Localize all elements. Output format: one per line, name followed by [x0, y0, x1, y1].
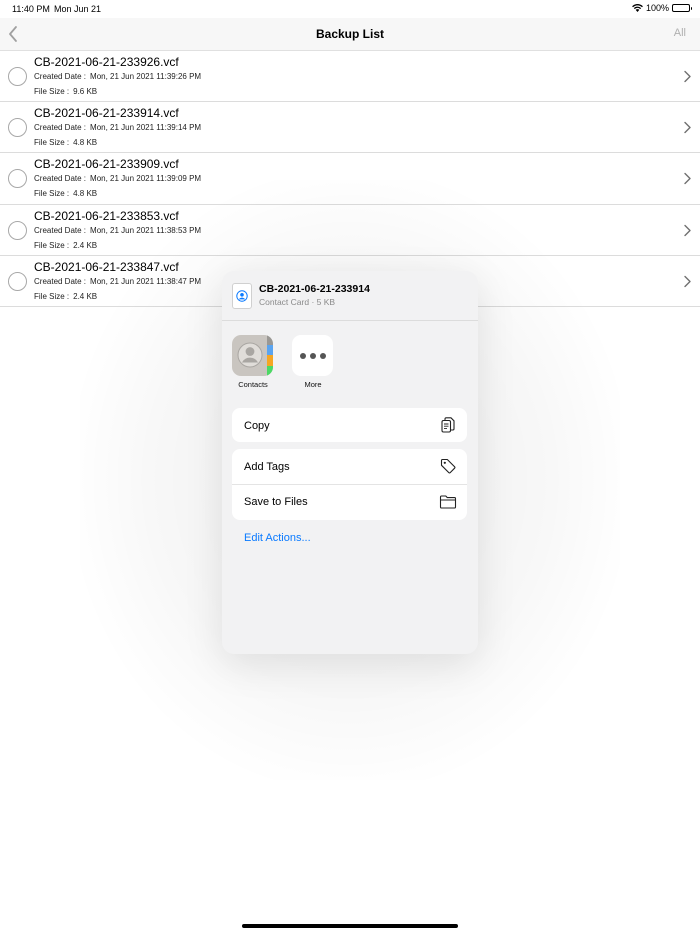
share-sheet-header: CB-2021-06-21-233914 Contact Card · 5 KB — [222, 271, 478, 321]
file-size: File Size :2.4 KB — [34, 292, 97, 301]
created-date: Created Date : Mon, 21 Jun 2021 11:38:47 … — [34, 277, 201, 286]
created-date: Created Date : Mon, 21 Jun 2021 11:39:09 … — [34, 174, 201, 183]
file-name: CB-2021-06-21-233909.vcf — [34, 157, 179, 172]
radio-button[interactable] — [8, 118, 27, 138]
created-date-label: Created Date : — [34, 276, 87, 286]
file-size-label: File Size : — [34, 291, 70, 301]
save-to-files-action[interactable]: Save to Files — [232, 484, 467, 519]
chevron-right-icon[interactable] — [682, 70, 692, 83]
chevron-right-icon[interactable] — [682, 172, 692, 185]
status-bar: 11:40 PM Mon Jun 21 100% — [0, 0, 700, 18]
contact-person-icon — [236, 290, 248, 302]
list-item[interactable]: CB-2021-06-21-233909.vcf Created Date :M… — [0, 153, 700, 205]
contact-card-file-icon — [232, 283, 252, 309]
chevron-right-icon[interactable] — [682, 121, 692, 134]
file-name: CB-2021-06-21-233853.vcf — [34, 208, 179, 223]
folder-icon — [439, 495, 457, 509]
share-actions-group-2: Add Tags Save to Files — [232, 449, 467, 520]
list-item[interactable]: CB-2021-06-21-233914.vcf Created Date :M… — [0, 102, 700, 154]
more-icon[interactable] — [292, 335, 333, 376]
radio-button[interactable] — [8, 271, 27, 291]
battery-icon — [672, 4, 692, 12]
add-tags-action[interactable]: Add Tags — [232, 449, 467, 484]
share-app-contacts[interactable]: Contacts — [232, 335, 274, 389]
file-size-label: File Size : — [34, 138, 70, 148]
copy-icon — [441, 417, 455, 433]
created-date: Created Date : Mon, 21 Jun 2021 11:39:14 … — [34, 123, 201, 132]
battery-percent: 100% — [645, 3, 669, 13]
ellipsis-icon — [299, 352, 326, 359]
created-date-value: Mon, 21 Jun 2021 11:38:53 PM — [90, 225, 202, 235]
share-sheet: CB-2021-06-21-233914 Contact Card · 5 KB… — [222, 271, 478, 654]
created-date-label: Created Date : — [34, 225, 87, 235]
file-size-label: File Size : — [34, 240, 70, 250]
radio-button[interactable] — [8, 220, 27, 240]
contacts-app-icon[interactable] — [232, 335, 273, 376]
status-time: 11:40 PM — [12, 4, 50, 14]
created-date: Created Date : Mon, 21 Jun 2021 11:38:53 … — [34, 226, 201, 235]
copy-action[interactable]: Copy — [232, 408, 467, 442]
list-item[interactable]: CB-2021-06-21-233853.vcf Created Date :M… — [0, 204, 700, 256]
file-size-value: 4.8 KB — [73, 138, 98, 148]
created-date-value: Mon, 21 Jun 2021 11:38:47 PM — [90, 276, 202, 286]
share-app-label: More — [304, 380, 322, 389]
created-date-value: Mon, 21 Jun 2021 11:39:26 PM — [90, 72, 202, 81]
status-indicators: 100% — [632, 3, 692, 13]
radio-button[interactable] — [8, 67, 27, 86]
status-date: Mon Jun 21 — [54, 4, 102, 14]
created-date-label: Created Date : — [34, 123, 87, 133]
navigation-bar: Backup List All — [0, 18, 700, 51]
file-size-value: 9.6 KB — [73, 87, 98, 96]
share-file-subtitle: Contact Card · 5 KB — [259, 297, 336, 307]
file-size-value: 2.4 KB — [73, 291, 98, 301]
copy-action-label: Copy — [244, 419, 270, 432]
edit-actions-link[interactable]: Edit Actions... — [244, 532, 311, 544]
file-name: CB-2021-06-21-233847.vcf — [34, 259, 179, 274]
file-size-value: 2.4 KB — [73, 240, 98, 250]
file-size: File Size :4.8 KB — [34, 138, 97, 147]
file-name: CB-2021-06-21-233926.vcf — [34, 55, 179, 69]
created-date-value: Mon, 21 Jun 2021 11:39:09 PM — [90, 174, 202, 184]
backup-list: CB-2021-06-21-233926.vcf Created Date :M… — [0, 51, 700, 307]
created-date: Created Date : Mon, 21 Jun 2021 11:39:26 … — [34, 72, 201, 81]
created-date-label: Created Date : — [34, 72, 87, 81]
list-item[interactable]: CB-2021-06-21-233926.vcf Created Date :M… — [0, 51, 700, 103]
radio-button[interactable] — [8, 169, 27, 189]
select-all-button[interactable]: All — [674, 27, 686, 39]
share-apps-row: Contacts More — [232, 335, 334, 389]
page-title: Backup List — [315, 27, 384, 41]
add-tags-label: Add Tags — [244, 460, 290, 473]
tag-icon — [440, 458, 456, 474]
file-size: File Size :4.8 KB — [34, 189, 97, 198]
file-size: File Size :2.4 KB — [34, 241, 97, 250]
chevron-right-icon[interactable] — [682, 275, 692, 288]
created-date-value: Mon, 21 Jun 2021 11:39:14 PM — [90, 123, 202, 133]
share-actions-group-1: Copy — [232, 408, 467, 442]
wifi-icon — [632, 4, 643, 12]
share-app-more[interactable]: More — [292, 335, 334, 389]
share-app-label: Contacts — [238, 380, 268, 389]
file-size-label: File Size : — [34, 87, 70, 96]
created-date-label: Created Date : — [34, 174, 87, 184]
file-size-value: 4.8 KB — [73, 189, 98, 199]
file-name: CB-2021-06-21-233914.vcf — [34, 106, 179, 121]
home-indicator[interactable] — [242, 924, 458, 928]
file-size-label: File Size : — [34, 189, 70, 199]
share-file-title: CB-2021-06-21-233914 — [259, 283, 370, 295]
chevron-right-icon[interactable] — [682, 224, 692, 237]
contacts-tabs-icon — [267, 335, 273, 376]
save-to-files-label: Save to Files — [244, 496, 308, 508]
file-size: File Size :9.6 KB — [34, 87, 97, 96]
